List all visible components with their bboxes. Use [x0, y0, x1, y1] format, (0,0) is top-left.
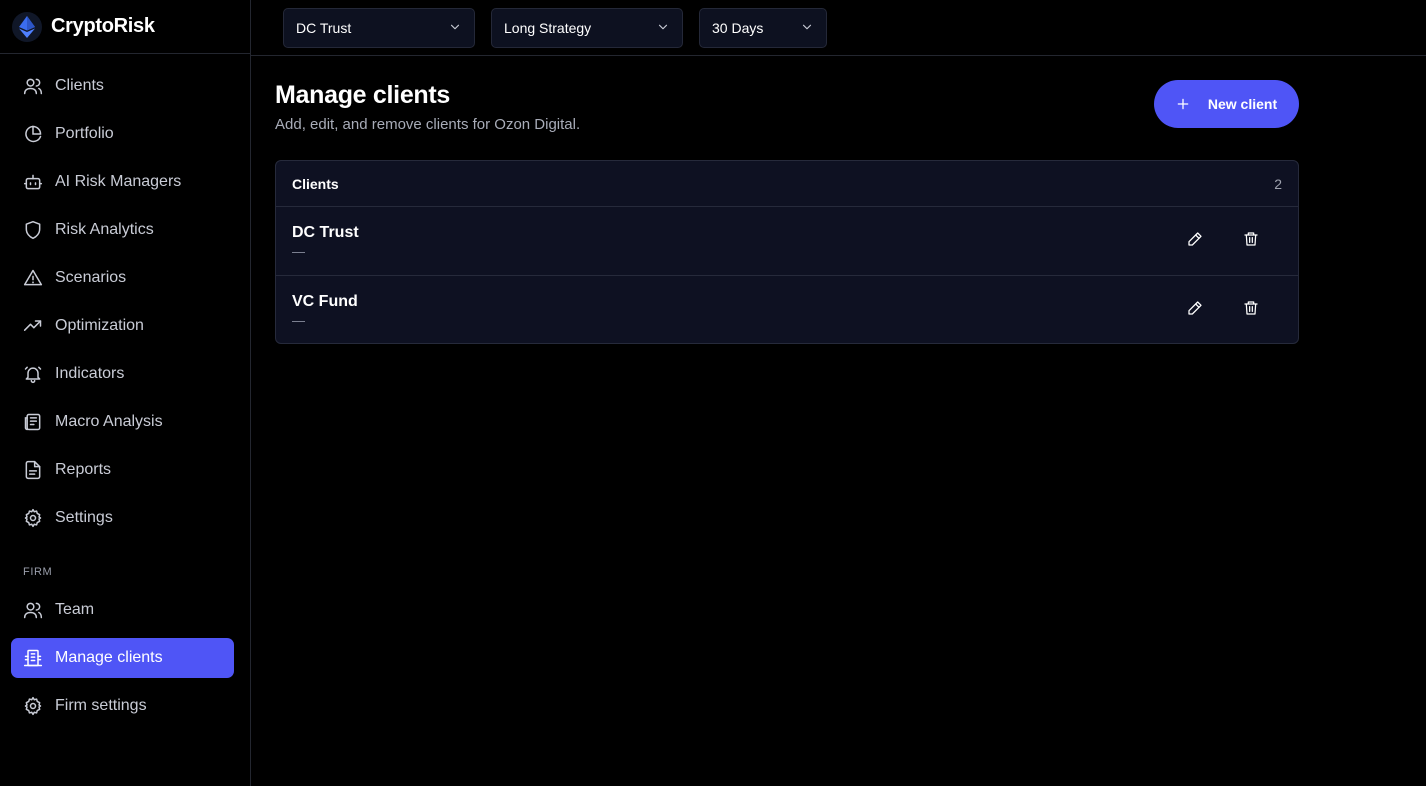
nav-item-reports[interactable]: Reports	[11, 450, 234, 490]
pie-chart-icon	[23, 124, 43, 144]
strategy-select[interactable]: Long Strategy	[491, 8, 683, 48]
gear-icon	[23, 508, 43, 528]
nav-item-scenarios[interactable]: Scenarios	[11, 258, 234, 298]
nav-item-ai-risk-managers[interactable]: AI Risk Managers	[11, 162, 234, 202]
sidebar: CryptoRisk Clients Portfolio AI Risk Man…	[0, 0, 251, 786]
ethereum-logo-icon	[12, 11, 42, 42]
table-row[interactable]: VC Fund —	[276, 276, 1298, 343]
nav-item-risk-analytics[interactable]: Risk Analytics	[11, 210, 234, 250]
nav-label: AI Risk Managers	[55, 173, 182, 190]
nav-label: Manage clients	[55, 649, 163, 666]
chevron-down-icon	[448, 20, 462, 37]
file-text-icon	[23, 460, 43, 480]
pencil-icon	[1187, 231, 1203, 252]
edit-button[interactable]	[1179, 295, 1211, 327]
nav-item-settings[interactable]: Settings	[11, 498, 234, 538]
main-nav: Clients Portfolio AI Risk Managers Risk …	[11, 66, 234, 546]
trash-icon	[1243, 231, 1259, 252]
topbar: DC Trust Long Strategy 30 Days	[251, 0, 1426, 56]
building-icon	[23, 648, 43, 668]
clients-table: Clients 2 DC Trust — VC Fund —	[275, 160, 1299, 344]
delete-button[interactable]	[1235, 295, 1267, 327]
page-title: Manage clients	[275, 81, 451, 109]
client-select[interactable]: DC Trust	[283, 8, 475, 48]
client-subtext: —	[292, 243, 305, 259]
app-root: CryptoRisk Clients Portfolio AI Risk Man…	[0, 0, 1426, 786]
warning-icon	[23, 268, 43, 288]
plus-icon	[1176, 97, 1190, 111]
clients-count: 2	[1274, 175, 1282, 192]
firm-nav: Team Manage clients Firm settings	[11, 590, 234, 734]
nav-label: Settings	[55, 509, 113, 526]
page-subtitle: Add, edit, and remove clients for Ozon D…	[275, 116, 581, 133]
nav-label: Reports	[55, 461, 112, 478]
strategy-select-value: Long Strategy	[504, 20, 592, 36]
gear-icon	[23, 696, 43, 716]
pencil-icon	[1187, 300, 1203, 321]
table-row[interactable]: DC Trust —	[276, 207, 1298, 276]
client-select-value: DC Trust	[296, 20, 352, 36]
client-name: VC Fund	[292, 293, 358, 310]
nav-item-optimization[interactable]: Optimization	[11, 306, 234, 346]
users-icon	[23, 76, 43, 96]
app-name: CryptoRisk	[51, 15, 155, 37]
client-name: DC Trust	[292, 223, 359, 241]
period-select[interactable]: 30 Days	[699, 8, 827, 48]
bot-icon	[23, 172, 43, 192]
client-subtext: —	[292, 313, 305, 328]
clients-table-header: Clients 2	[276, 161, 1298, 207]
edit-button[interactable]	[1179, 225, 1211, 257]
brand[interactable]: CryptoRisk	[0, 0, 250, 54]
chevron-down-icon	[656, 20, 670, 37]
nav-item-manage-clients[interactable]: Manage clients	[11, 638, 234, 678]
nav-item-firm-settings[interactable]: Firm settings	[11, 686, 234, 726]
users-icon	[23, 600, 43, 620]
nav-label: Portfolio	[55, 125, 114, 142]
nav-item-clients[interactable]: Clients	[11, 66, 234, 106]
nav-label: Optimization	[55, 317, 144, 334]
period-select-value: 30 Days	[712, 20, 764, 36]
nav-label: Clients	[55, 77, 104, 94]
bell-icon	[23, 364, 43, 384]
trending-up-icon	[23, 316, 43, 336]
nav-label: Macro Analysis	[55, 413, 163, 430]
nav-item-team[interactable]: Team	[11, 590, 234, 630]
nav-item-macro-analysis[interactable]: Macro Analysis	[11, 402, 234, 442]
firm-section-label: FIRM	[23, 566, 53, 578]
delete-button[interactable]	[1235, 225, 1267, 257]
nav-label: Firm settings	[55, 697, 147, 714]
new-client-label: New client	[1207, 96, 1278, 112]
clients-table-title: Clients	[292, 175, 339, 192]
new-client-button[interactable]: New client	[1154, 80, 1299, 128]
nav-label: Risk Analytics	[55, 221, 154, 238]
nav-label: Scenarios	[55, 269, 127, 286]
trash-icon	[1243, 300, 1259, 321]
shield-icon	[23, 220, 43, 240]
nav-item-portfolio[interactable]: Portfolio	[11, 114, 234, 154]
nav-item-indicators[interactable]: Indicators	[11, 354, 234, 394]
nav-label: Team	[55, 601, 95, 618]
chevron-down-icon	[800, 20, 814, 37]
nav-label: Indicators	[55, 365, 125, 382]
newspaper-icon	[23, 412, 43, 432]
